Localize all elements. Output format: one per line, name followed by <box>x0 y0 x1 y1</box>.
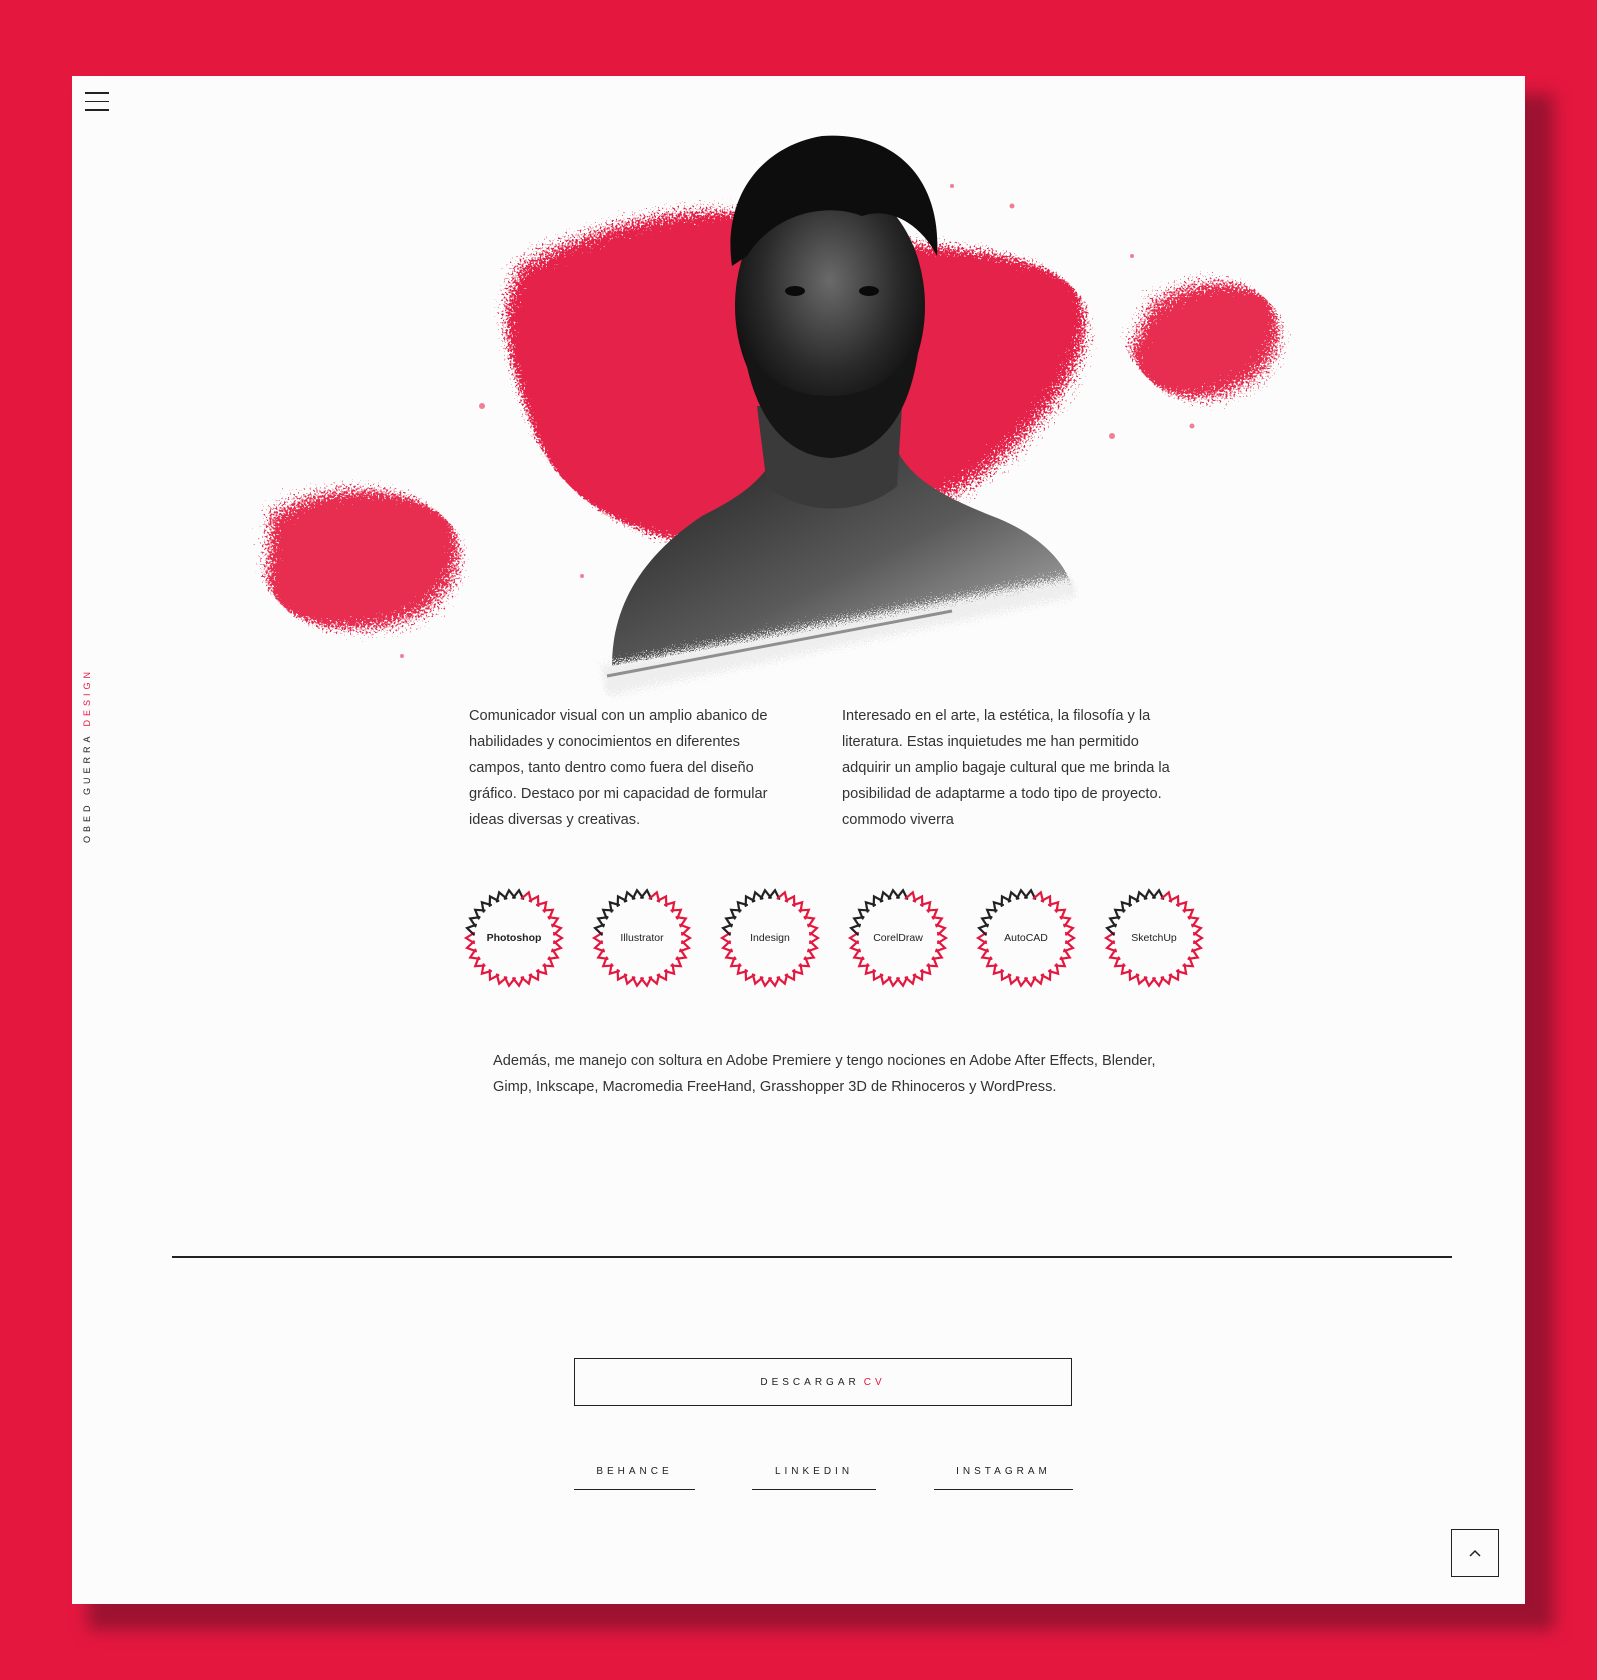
download-cv-button[interactable]: DESCARGAR CV <box>574 1358 1072 1406</box>
skill-label: SketchUp <box>1131 932 1177 944</box>
skill-badge-autocad: AutoCAD <box>972 884 1080 992</box>
skill-badge-illustrator: Illustrator <box>588 884 696 992</box>
brand-accent-word: DESIGN <box>82 667 92 727</box>
hamburger-menu-icon[interactable] <box>85 92 109 112</box>
download-cv-accent: CV <box>863 1376 886 1388</box>
skill-label: CorelDraw <box>873 932 923 944</box>
page-card: OBED GUERRA DESIGN Comunicador visual co… <box>72 76 1525 1604</box>
portrait-image <box>267 135 1279 696</box>
instagram-link[interactable]: INSTAGRAM <box>934 1466 1073 1490</box>
skill-label: Illustrator <box>620 932 664 944</box>
bio-right-text: Interesado en el arte, la estética, la f… <box>842 708 1170 828</box>
chevron-up-icon <box>1469 1549 1481 1557</box>
skill-badge-indesign: Indesign <box>716 884 824 992</box>
section-divider <box>172 1256 1452 1258</box>
skill-badge-sketchup: SketchUp <box>1100 884 1208 992</box>
extra-skills-text: Además, me manejo con soltura en Adobe P… <box>493 1053 1156 1095</box>
skill-label: Indesign <box>750 932 790 944</box>
back-to-top-button[interactable] <box>1451 1529 1499 1577</box>
behance-link[interactable]: BEHANCE <box>574 1466 695 1490</box>
skill-label: Photoshop <box>486 932 542 944</box>
skill-label: AutoCAD <box>1004 932 1048 944</box>
bio-left-text: Comunicador visual con un amplio abanico… <box>469 708 768 828</box>
download-cv-label: DESCARGAR <box>760 1376 860 1388</box>
skill-badge-coreldraw: CorelDraw <box>844 884 952 992</box>
vertical-brand: OBED GUERRA DESIGN <box>82 668 92 843</box>
skill-badge-photoshop: Photoshop <box>460 884 568 992</box>
skills-list: Photoshop Illustrator Indesign CorelDraw… <box>460 884 1220 994</box>
linkedin-link[interactable]: LINKEDIN <box>752 1466 876 1490</box>
brand-name: OBED GUERRA <box>82 732 92 843</box>
